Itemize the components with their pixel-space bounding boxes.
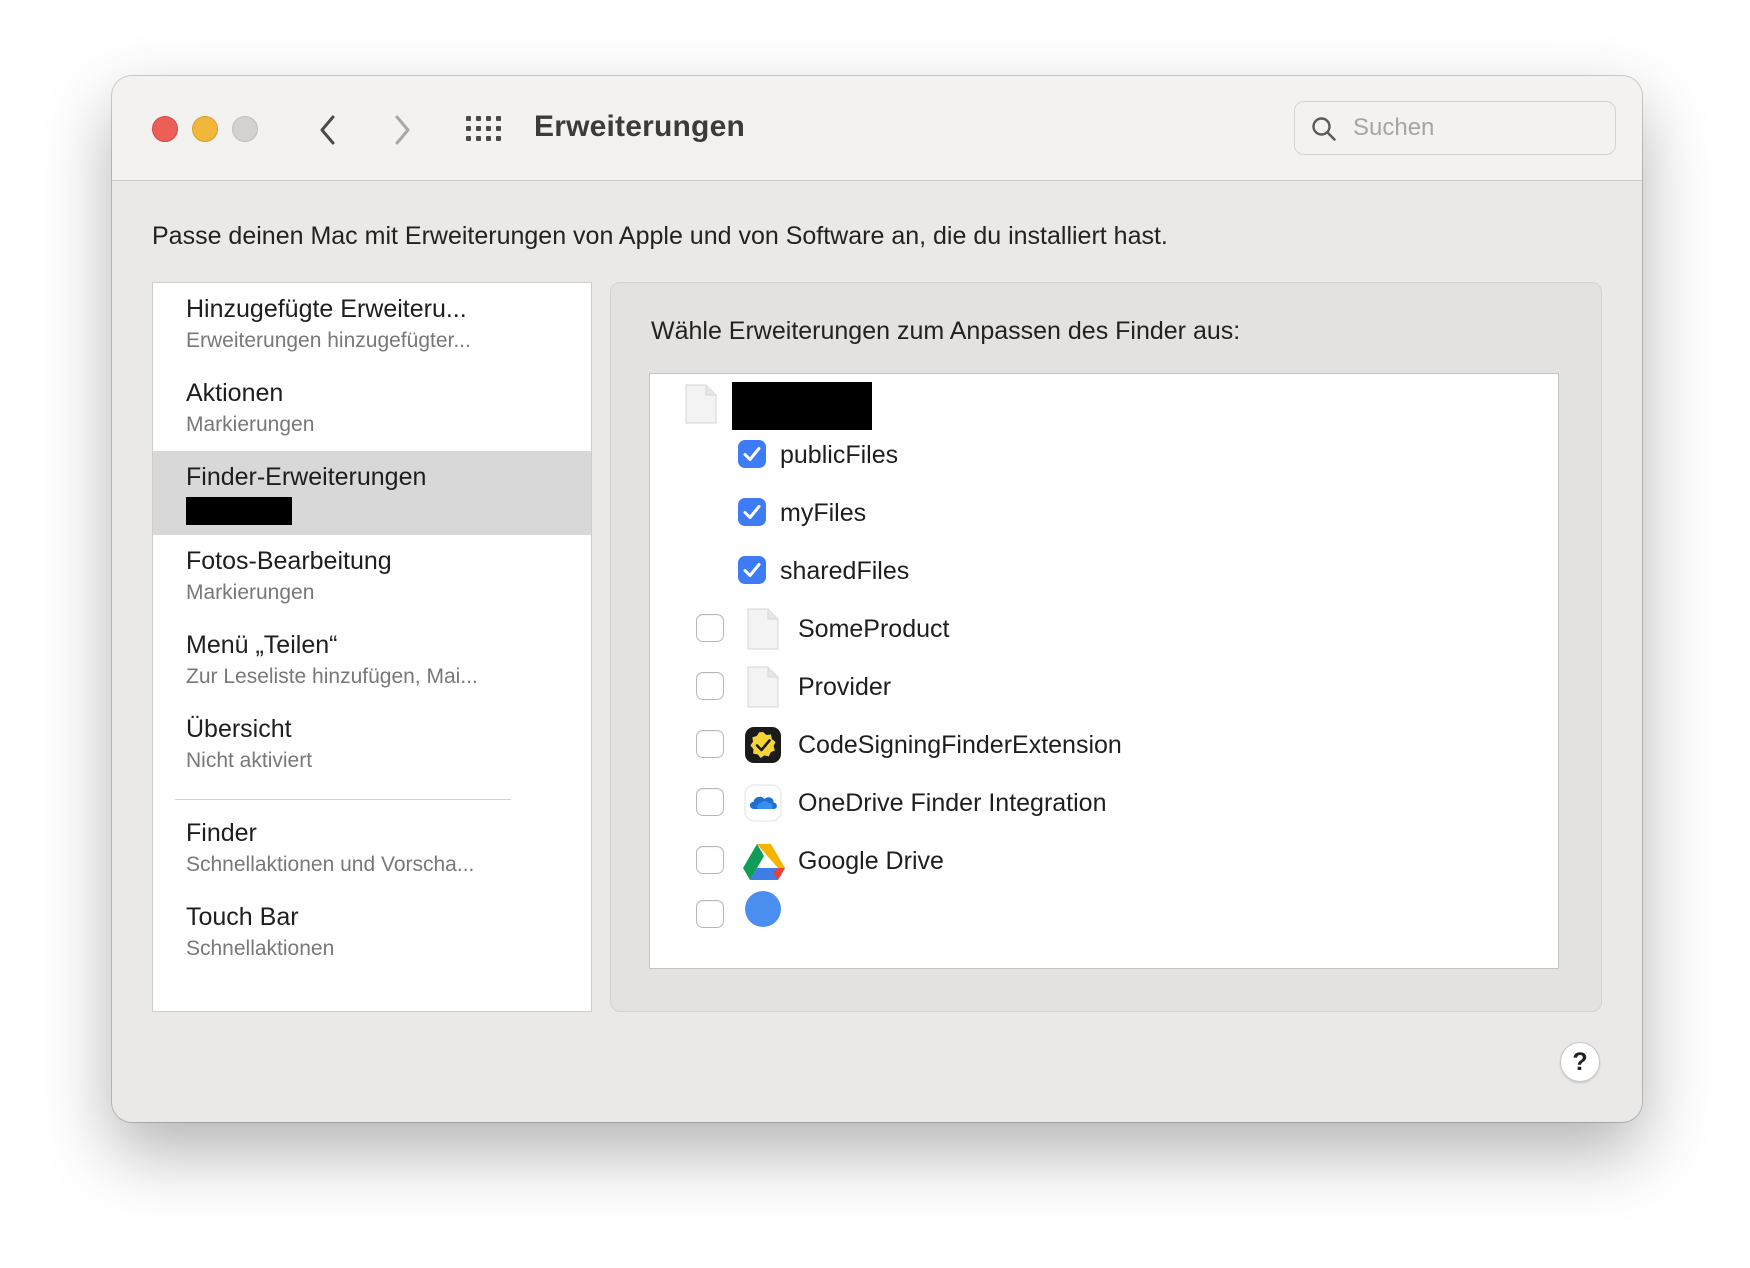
sidebar-item-added-extensions[interactable]: Hinzugefügte Erweiteru... Erweiterungen …	[153, 283, 591, 367]
finder-extensions-panel: Wähle Erweiterungen zum Anpassen des Fin…	[610, 282, 1602, 1012]
sidebar-item-actions[interactable]: Aktionen Markierungen	[153, 367, 591, 451]
titlebar: Erweiterungen	[112, 76, 1642, 181]
list-item-label: Google Drive	[798, 847, 944, 875]
chevron-left-icon	[320, 115, 335, 145]
list-item[interactable]: sharedFiles	[650, 548, 1558, 596]
list-item[interactable]: Provider	[650, 664, 1558, 712]
checkmark-icon	[743, 563, 761, 577]
list-item-partial	[650, 888, 1558, 936]
sidebar-item-sublabel: Schnellaktionen und Vorscha...	[186, 853, 475, 876]
sidebar-item-sublabel: Zur Leseliste hinzufügen, Mai...	[186, 665, 478, 688]
checkbox-unchecked[interactable]	[696, 846, 724, 874]
sidebar-item-label: Aktionen	[186, 379, 284, 407]
document-icon	[747, 666, 779, 708]
checkmark-icon	[743, 505, 761, 519]
back-button[interactable]	[308, 110, 348, 150]
list-item[interactable]: myFiles	[650, 490, 1558, 538]
sidebar-item-label: Menü „Teilen“	[186, 631, 338, 659]
list-item-label: Provider	[798, 673, 892, 701]
checkbox-checked[interactable]	[738, 556, 766, 584]
onedrive-cloud-icon	[744, 784, 782, 822]
checkbox-unchecked[interactable]	[696, 614, 724, 642]
extensions-list[interactable]: publicFiles myFiles sharedFiles SomeProd…	[649, 373, 1559, 969]
checkbox-unchecked[interactable]	[696, 788, 724, 816]
search-icon	[1312, 117, 1336, 141]
sidebar-item-label: Fotos-Bearbeitung	[186, 547, 392, 575]
redacted-block	[732, 382, 872, 430]
preferences-window: Erweiterungen Passe deinen Mac mit Erwei…	[112, 76, 1642, 1122]
sidebar-item-sublabel: Nicht aktiviert	[186, 749, 313, 772]
checkbox-checked[interactable]	[738, 440, 766, 468]
sidebar-item-label: Finder	[186, 819, 257, 847]
list-item-label: sharedFiles	[780, 557, 910, 585]
codesigning-badge-icon	[745, 727, 781, 763]
sidebar-item-finder-extensions[interactable]: Finder-Erweiterungen	[153, 451, 591, 535]
list-group-header	[650, 380, 1558, 430]
grid-icon	[466, 116, 501, 141]
list-item[interactable]: publicFiles	[650, 432, 1558, 480]
checkbox-unchecked[interactable]	[696, 672, 724, 700]
list-item[interactable]: SomeProduct	[650, 606, 1558, 654]
chevron-right-icon	[395, 115, 410, 145]
sidebar-item-overview[interactable]: Übersicht Nicht aktiviert	[153, 703, 591, 787]
list-item-label: publicFiles	[780, 441, 899, 469]
forward-button[interactable]	[382, 110, 422, 150]
sidebar-item-label: Hinzugefügte Erweiteru...	[186, 295, 467, 323]
extensions-sidebar: Hinzugefügte Erweiteru... Erweiterungen …	[152, 282, 592, 1012]
sidebar-item-share-menu[interactable]: Menü „Teilen“ Zur Leseliste hinzufügen, …	[153, 619, 591, 703]
panel-heading: Wähle Erweiterungen zum Anpassen des Fin…	[651, 317, 1241, 345]
page-description: Passe deinen Mac mit Erweiterungen von A…	[152, 222, 1168, 250]
sidebar-item-touch-bar[interactable]: Touch Bar Schnellaktionen	[153, 891, 591, 975]
sidebar-item-sublabel: Markierungen	[186, 413, 315, 436]
list-item[interactable]: Google Drive	[650, 838, 1558, 886]
redacted-block	[186, 497, 292, 525]
sidebar-item-finder[interactable]: Finder Schnellaktionen und Vorscha...	[153, 807, 591, 891]
list-item[interactable]: OneDrive Finder Integration	[650, 780, 1558, 828]
list-item-label: SomeProduct	[798, 615, 950, 643]
checkbox-unchecked[interactable]	[696, 900, 724, 928]
checkbox-checked[interactable]	[738, 498, 766, 526]
help-button[interactable]: ?	[1560, 1042, 1600, 1082]
sidebar-item-label: Übersicht	[186, 715, 292, 743]
google-drive-icon	[743, 844, 785, 880]
sidebar-item-photo-editing[interactable]: Fotos-Bearbeitung Markierungen	[153, 535, 591, 619]
list-item[interactable]: CodeSigningFinderExtension	[650, 722, 1558, 770]
sidebar-item-sublabel: Markierungen	[186, 581, 315, 604]
checkbox-unchecked[interactable]	[696, 730, 724, 758]
sidebar-item-sublabel: Erweiterungen hinzugefügter...	[186, 329, 471, 352]
checkmark-icon	[743, 447, 761, 461]
list-item-label: myFiles	[780, 499, 867, 527]
list-item-label: OneDrive Finder Integration	[798, 789, 1107, 817]
minimize-window-button[interactable]	[192, 116, 218, 142]
close-window-button[interactable]	[152, 116, 178, 142]
document-icon	[747, 608, 779, 650]
show-all-button[interactable]	[464, 112, 504, 148]
search-input[interactable]	[1353, 112, 1603, 144]
app-icon	[745, 891, 781, 927]
list-item-label: CodeSigningFinderExtension	[798, 731, 1122, 759]
sidebar-item-label: Finder-Erweiterungen	[186, 463, 427, 491]
sidebar-divider	[175, 799, 511, 800]
zoom-window-button[interactable]	[232, 116, 258, 142]
document-icon	[685, 384, 717, 424]
window-title: Erweiterungen	[534, 110, 745, 143]
search-field[interactable]	[1294, 101, 1616, 155]
sidebar-item-sublabel: Schnellaktionen	[186, 937, 335, 960]
sidebar-item-label: Touch Bar	[186, 903, 299, 931]
